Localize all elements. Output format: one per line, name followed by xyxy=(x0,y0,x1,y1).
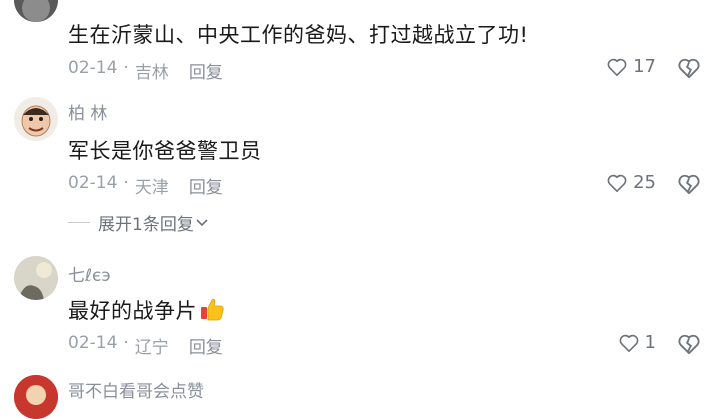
heart-icon xyxy=(619,334,638,352)
comment-item: 生在沂蒙山、中央工作的爸妈、打过越战立了功! 02-14 · 吉林 回复 17 xyxy=(0,0,720,90)
comment-location: 天津 xyxy=(134,178,169,198)
username[interactable]: 七ℓєэ xyxy=(68,261,111,286)
separator: · xyxy=(123,333,129,353)
thumbs-up-emoji xyxy=(199,296,225,327)
user-avatar-icon[interactable] xyxy=(14,0,58,22)
like-count: 1 xyxy=(644,332,656,353)
broken-heart-icon[interactable] xyxy=(678,173,700,195)
divider-line xyxy=(68,222,90,223)
comment-text-body: 最好的战争片 xyxy=(68,299,197,323)
reply-button[interactable]: 回复 xyxy=(189,58,223,83)
username[interactable]: 哥不白看哥会点赞 xyxy=(68,377,204,402)
red-avatar-icon[interactable] xyxy=(14,375,58,419)
comment-location: 吉林 xyxy=(134,63,169,83)
comment-meta: 02-14 · 天津 回复 xyxy=(68,173,223,198)
silhouette-avatar-icon[interactable] xyxy=(14,256,58,300)
comment-meta: 02-14 · 吉林 回复 xyxy=(68,58,223,83)
broken-heart-icon[interactable] xyxy=(678,57,700,79)
heart-icon xyxy=(607,58,627,76)
like-button[interactable]: 1 xyxy=(619,332,656,353)
comment-item: 七ℓєэ 最好的战争片 02-14 · 辽宁 回复 1 xyxy=(0,250,720,370)
reply-button[interactable]: 回复 xyxy=(189,173,223,198)
expand-replies-button[interactable]: 展开1条回复 xyxy=(68,210,208,235)
comment-date: 02-14 xyxy=(68,333,118,353)
reply-button[interactable]: 回复 xyxy=(189,333,223,358)
like-button[interactable]: 17 xyxy=(607,56,656,77)
like-count: 17 xyxy=(633,56,656,77)
separator: · xyxy=(123,173,129,193)
comment-item: 哥不白看哥会点赞 xyxy=(0,370,720,419)
comment-text: 生在沂蒙山、中央工作的爸妈、打过越战立了功! xyxy=(68,23,529,47)
comment-date: 02-14 xyxy=(68,58,118,78)
comment-item: 柏 林 军长是你爸爸警卫员 02-14 · 天津 回复 25 展开1条回复 xyxy=(0,90,720,250)
comment-location: 辽宁 xyxy=(134,338,169,358)
comment-text: 最好的战争片 xyxy=(68,295,225,327)
username[interactable]: 柏 林 xyxy=(68,99,107,124)
comment-text: 军长是你爸爸警卫员 xyxy=(68,139,262,163)
comment-date: 02-14 xyxy=(68,173,118,193)
comment-meta: 02-14 · 辽宁 回复 xyxy=(68,333,223,358)
like-count: 25 xyxy=(633,172,656,193)
broken-heart-icon[interactable] xyxy=(678,333,700,355)
expand-replies-label: 展开1条回复 xyxy=(98,215,194,235)
separator: · xyxy=(123,58,129,78)
heart-icon xyxy=(607,174,627,192)
like-button[interactable]: 25 xyxy=(607,172,656,193)
cartoon-face-avatar-icon[interactable] xyxy=(14,97,58,141)
chevron-down-icon xyxy=(196,218,208,226)
